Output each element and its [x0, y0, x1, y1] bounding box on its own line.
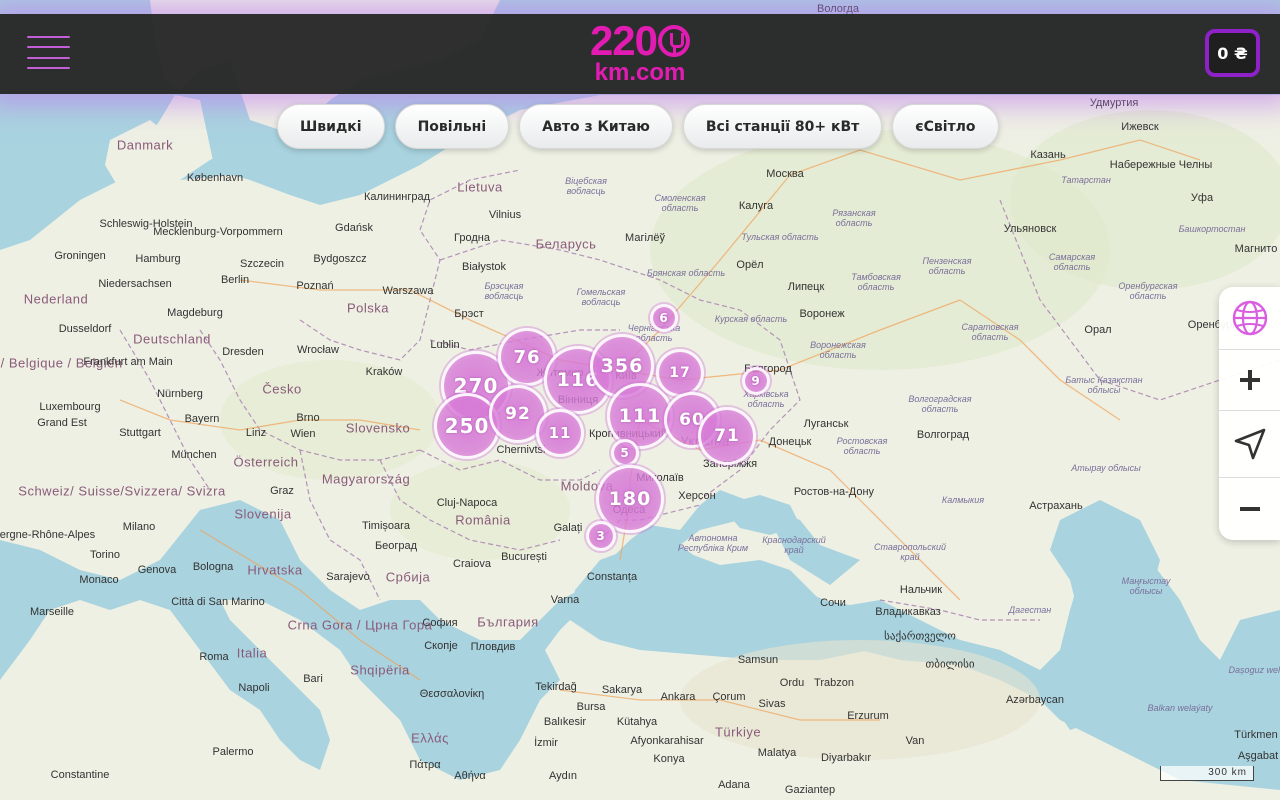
top-bar: 220 km.com 0 ₴: [0, 14, 1280, 94]
forest-patch: [1010, 110, 1280, 290]
filter-chip[interactable]: єСвітло: [892, 104, 999, 149]
station-cluster[interactable]: 71: [698, 407, 756, 465]
map-scale: 300 km: [1160, 766, 1254, 781]
menu-icon-line: [27, 36, 70, 38]
logo[interactable]: 220 km.com: [560, 17, 720, 88]
map-layers-button[interactable]: [1219, 287, 1280, 349]
logo-number: 220: [589, 17, 658, 64]
balance-button[interactable]: 0 ₴: [1205, 29, 1260, 77]
filter-chip[interactable]: Авто з Китаю: [519, 104, 673, 149]
menu-icon-line: [27, 57, 70, 59]
station-cluster[interactable]: 11: [536, 409, 584, 457]
terrain-patch: [680, 640, 1040, 760]
plug-icon: [658, 25, 691, 57]
zoom-out-button[interactable]: [1219, 478, 1280, 540]
forest-patch: [390, 460, 570, 560]
menu-icon-line: [27, 67, 70, 69]
logo-domain: km.com: [594, 59, 686, 86]
station-cluster[interactable]: 17: [656, 349, 704, 397]
map-controls: [1219, 287, 1280, 540]
navigation-arrow-icon: [1234, 428, 1265, 460]
station-cluster[interactable]: 111: [607, 383, 673, 449]
locate-me-button[interactable]: [1219, 411, 1280, 477]
filter-chip[interactable]: Повільні: [394, 104, 510, 149]
station-cluster[interactable]: 9: [742, 367, 770, 395]
logo-top: 220: [560, 17, 720, 64]
minus-icon: [1239, 507, 1260, 511]
menu-button[interactable]: [27, 34, 70, 70]
zoom-in-button[interactable]: [1219, 350, 1280, 410]
station-cluster[interactable]: 5: [611, 439, 639, 467]
globe-icon: [1232, 300, 1267, 336]
filter-chip[interactable]: Швидкі: [277, 104, 385, 149]
station-cluster[interactable]: 3: [586, 521, 616, 551]
menu-icon-line: [27, 46, 70, 48]
filter-chips: Швидкі Повільні Авто з Китаю Всі станції 80…: [277, 104, 999, 149]
station-cluster[interactable]: 6: [650, 304, 678, 332]
filter-chip[interactable]: Всі станції 80+ кВт: [682, 104, 883, 149]
plus-icon: [1239, 370, 1260, 390]
